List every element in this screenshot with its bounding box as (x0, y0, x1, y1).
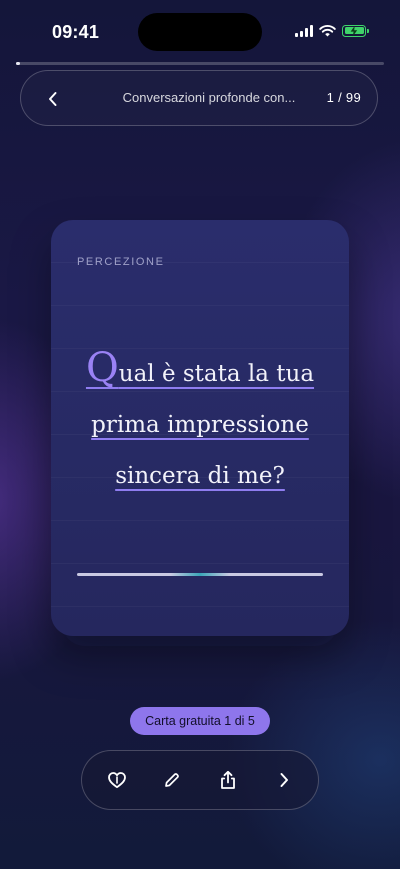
deck-title: Conversazioni profonde con... (122, 90, 296, 105)
question-line-1-text: ual è stata la tua (118, 361, 315, 387)
pencil-icon (165, 773, 179, 787)
card-question: Qual è stata la tua prima impressione si… (71, 348, 329, 502)
status-time: 09:41 (52, 22, 100, 42)
edit-button[interactable] (154, 762, 190, 798)
share-icon (221, 770, 235, 789)
action-bar (81, 750, 319, 810)
question-card[interactable]: PERCEZIONE Qual è stata la tua prima imp… (51, 220, 349, 636)
chevron-left-icon (49, 92, 57, 106)
back-button[interactable] (35, 81, 71, 117)
status-icons (295, 24, 369, 37)
card-category: PERCEZIONE (77, 256, 165, 268)
favorite-button[interactable] (99, 762, 135, 798)
share-button[interactable] (210, 762, 246, 798)
progress-bar (16, 62, 384, 65)
wifi-icon (319, 25, 336, 37)
free-card-badge: Carta gratuita 1 di 5 (130, 707, 270, 735)
progress-fill (16, 62, 20, 65)
question-line-2: prima impressione (91, 412, 309, 438)
card-indicator-bar (77, 573, 323, 576)
deck-header: Conversazioni profonde con... 1 / 99 (20, 70, 378, 126)
question-drop-cap: Q (85, 345, 119, 391)
next-button[interactable] (266, 762, 302, 798)
card-counter: 1 / 99 (326, 90, 361, 105)
dynamic-island (138, 13, 262, 51)
question-line-3: sincera di me? (115, 463, 285, 489)
heart-icon (108, 772, 126, 789)
status-bar: 09:41 (0, 0, 400, 62)
signal-icon (295, 24, 313, 37)
chevron-right-icon (280, 773, 288, 787)
battery-charging-icon (342, 24, 369, 37)
question-line-1: Qual è stata la tua (86, 348, 315, 388)
